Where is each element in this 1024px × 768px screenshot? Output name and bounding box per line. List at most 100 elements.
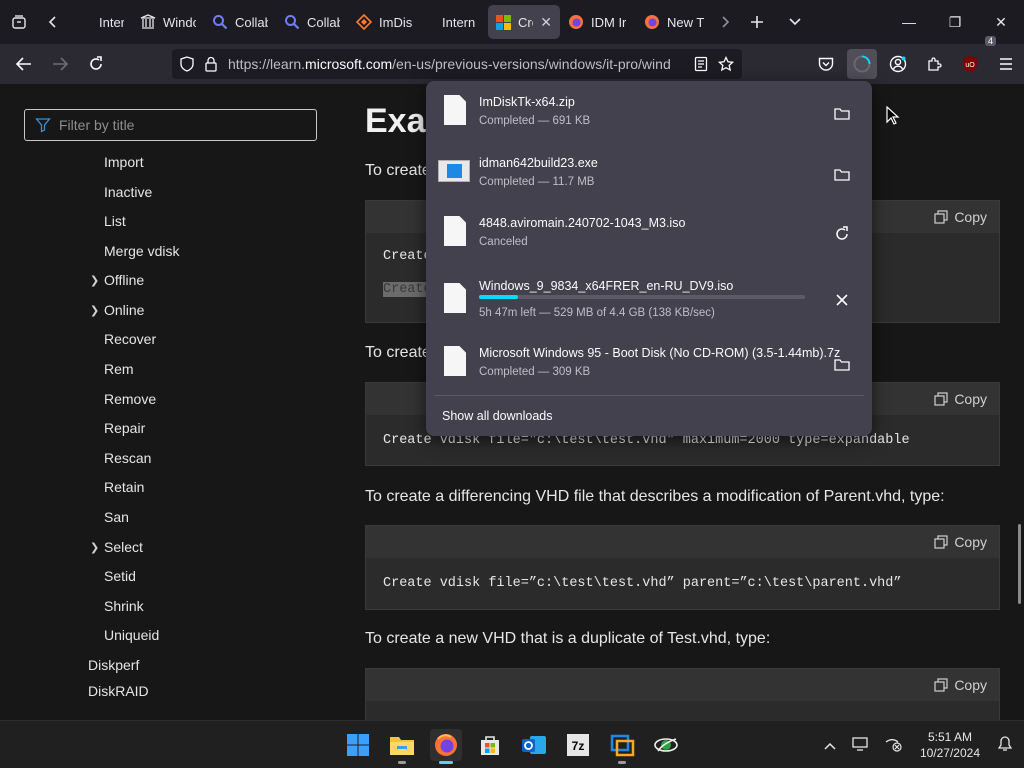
bookmark-star-icon[interactable]: [718, 56, 734, 72]
folder-icon[interactable]: [828, 99, 856, 127]
paragraph-4: To create a new VHD that is a duplicate …: [365, 630, 771, 647]
new-tab-icon[interactable]: [738, 0, 776, 44]
folder-icon[interactable]: [828, 160, 856, 188]
toc-item-shrink[interactable]: Shrink: [104, 595, 144, 617]
tab-list-icon[interactable]: [0, 0, 38, 44]
copy-button[interactable]: Copy: [954, 534, 987, 550]
tab-bar: Intern Windo Collab Collab ImDis Intern …: [0, 0, 1024, 44]
folder-icon[interactable]: [828, 350, 856, 378]
copy-button[interactable]: Copy: [954, 209, 987, 225]
display-settings-icon[interactable]: [844, 736, 876, 754]
filter-by-title-input[interactable]: Filter by title: [24, 109, 317, 141]
toc-item-inactive[interactable]: Inactive: [104, 181, 152, 203]
clock-time: 5:51 AM: [927, 730, 972, 744]
download-filename: idman642build23.exe: [479, 156, 598, 170]
microsoft-logo-icon: [496, 14, 511, 30]
download-status: Canceled: [479, 236, 528, 248]
show-hidden-icons-chevron-icon[interactable]: [816, 737, 844, 753]
tab-8[interactable]: New T: [636, 5, 712, 39]
show-all-downloads-link[interactable]: Show all downloads: [442, 409, 553, 423]
file-explorer-icon[interactable]: [386, 729, 418, 764]
start-icon[interactable]: [342, 729, 374, 761]
toc-item-diskperf[interactable]: Diskperf: [88, 654, 139, 676]
tab-2[interactable]: Collab: [204, 5, 276, 39]
clock[interactable]: 5:51 AM 10/27/2024: [910, 729, 990, 761]
scroll-tabs-right-icon[interactable]: [712, 0, 738, 44]
url-prefix: https://learn.: [228, 56, 306, 72]
close-tab-icon[interactable]: ✕: [540, 14, 552, 31]
tab-7[interactable]: IDM Ir: [560, 5, 636, 39]
download-status: Completed — 11.7 MB: [479, 176, 595, 188]
firefox-icon[interactable]: [430, 729, 462, 764]
toc-item-merge-vdisk[interactable]: Merge vdisk: [104, 240, 179, 262]
toc-item-san[interactable]: San: [104, 506, 129, 528]
virtualbox-icon[interactable]: [606, 729, 638, 764]
microsoft-store-icon[interactable]: [474, 729, 506, 761]
url-text: https://learn.microsoft.com/en-us/previo…: [228, 56, 684, 72]
download-item-in-progress[interactable]: Windows_9_9834_x64FRER_en-RU_DV9.iso 5h …: [434, 269, 864, 327]
chevron-right-icon[interactable]: ❯: [90, 304, 99, 317]
toc-item-remove[interactable]: Remove: [104, 388, 156, 410]
chevron-right-icon[interactable]: ❯: [90, 274, 99, 287]
minimize-icon[interactable]: —: [886, 0, 932, 44]
app-menu-icon[interactable]: [988, 44, 1024, 84]
account-icon[interactable]: [880, 44, 916, 84]
page-scrollbar[interactable]: [1018, 524, 1021, 604]
tab-6-active[interactable]: Cre ✕: [488, 5, 560, 39]
lock-icon[interactable]: [204, 56, 218, 72]
toc-item-online[interactable]: ❯ Online: [90, 299, 144, 321]
toc-item-select[interactable]: ❯ Select: [90, 536, 143, 558]
tab-4[interactable]: ImDis: [348, 5, 424, 39]
outlook-icon[interactable]: [518, 729, 550, 761]
reload-icon[interactable]: [78, 44, 114, 84]
tab-0[interactable]: Intern: [68, 5, 132, 39]
tab-5[interactable]: Intern: [424, 5, 488, 39]
copy-button[interactable]: Copy: [954, 677, 987, 693]
cancel-icon[interactable]: [828, 286, 856, 314]
ublock-origin-icon[interactable]: uO 4: [952, 36, 996, 84]
back-icon[interactable]: [6, 44, 42, 84]
chevron-right-icon[interactable]: ❯: [90, 541, 99, 554]
toc-item-retain[interactable]: Retain: [104, 476, 144, 498]
address-bar[interactable]: https://learn.microsoft.com/en-us/previo…: [172, 49, 742, 79]
download-status: 5h 47m left — 529 MB of 4.4 GB (138 KB/s…: [479, 307, 715, 319]
reader-view-icon[interactable]: [694, 56, 708, 72]
pocket-icon[interactable]: [808, 44, 844, 84]
retry-icon[interactable]: [828, 220, 856, 248]
tracking-protection-icon[interactable]: [180, 56, 194, 72]
copy-button[interactable]: Copy: [954, 391, 987, 407]
copy-icon: [934, 678, 948, 692]
toc-item-list[interactable]: List: [104, 210, 126, 232]
toc-item-diskraid[interactable]: DiskRAID: [88, 682, 149, 696]
extensions-puzzle-icon[interactable]: [916, 44, 952, 84]
maximize-icon[interactable]: ❐: [932, 0, 978, 44]
toc-item-setid[interactable]: Setid: [104, 565, 136, 587]
download-status: Completed — 309 KB: [479, 366, 591, 378]
toc-item-import[interactable]: Import: [104, 151, 144, 173]
toc-item-repair[interactable]: Repair: [104, 417, 145, 439]
downloads-progress-icon[interactable]: [847, 49, 877, 79]
list-all-tabs-icon[interactable]: [776, 0, 814, 44]
download-filename: ImDiskTk-x64.zip: [479, 95, 575, 109]
window-controls: — ❐ ✕: [886, 0, 1024, 44]
clock-date: 10/27/2024: [919, 746, 980, 760]
scroll-tabs-left-icon[interactable]: [38, 0, 68, 44]
network-disconnected-icon[interactable]: [876, 736, 910, 755]
download-item[interactable]: 4848.aviromain.240702-1043_M3.iso Cancel…: [434, 206, 864, 264]
download-item[interactable]: idman642build23.exe Completed — 11.7 MB: [434, 146, 864, 204]
notification-bell-icon[interactable]: [990, 735, 1024, 755]
toc-item-rem[interactable]: Rem: [104, 358, 134, 380]
network-globe-icon[interactable]: [650, 729, 682, 761]
download-item[interactable]: Microsoft Windows 95 - Boot Disk (No CD-…: [434, 336, 864, 394]
navigation-toolbar: https://learn.microsoft.com/en-us/previo…: [0, 36, 1024, 84]
forward-icon[interactable]: [42, 44, 78, 84]
download-item[interactable]: ImDiskTk-x64.zip Completed — 691 KB: [434, 85, 864, 143]
toc-item-offline[interactable]: ❯ Offline: [90, 269, 144, 291]
tab-1[interactable]: Windo: [132, 5, 204, 39]
7zip-icon[interactable]: 7z: [562, 729, 594, 761]
toc-item-uniqueid[interactable]: Uniqueid: [104, 624, 159, 646]
tab-title: ImDis: [379, 14, 413, 30]
toc-item-rescan[interactable]: Rescan: [104, 447, 151, 469]
tab-3[interactable]: Collab: [276, 5, 348, 39]
toc-item-recover[interactable]: Recover: [104, 328, 156, 350]
